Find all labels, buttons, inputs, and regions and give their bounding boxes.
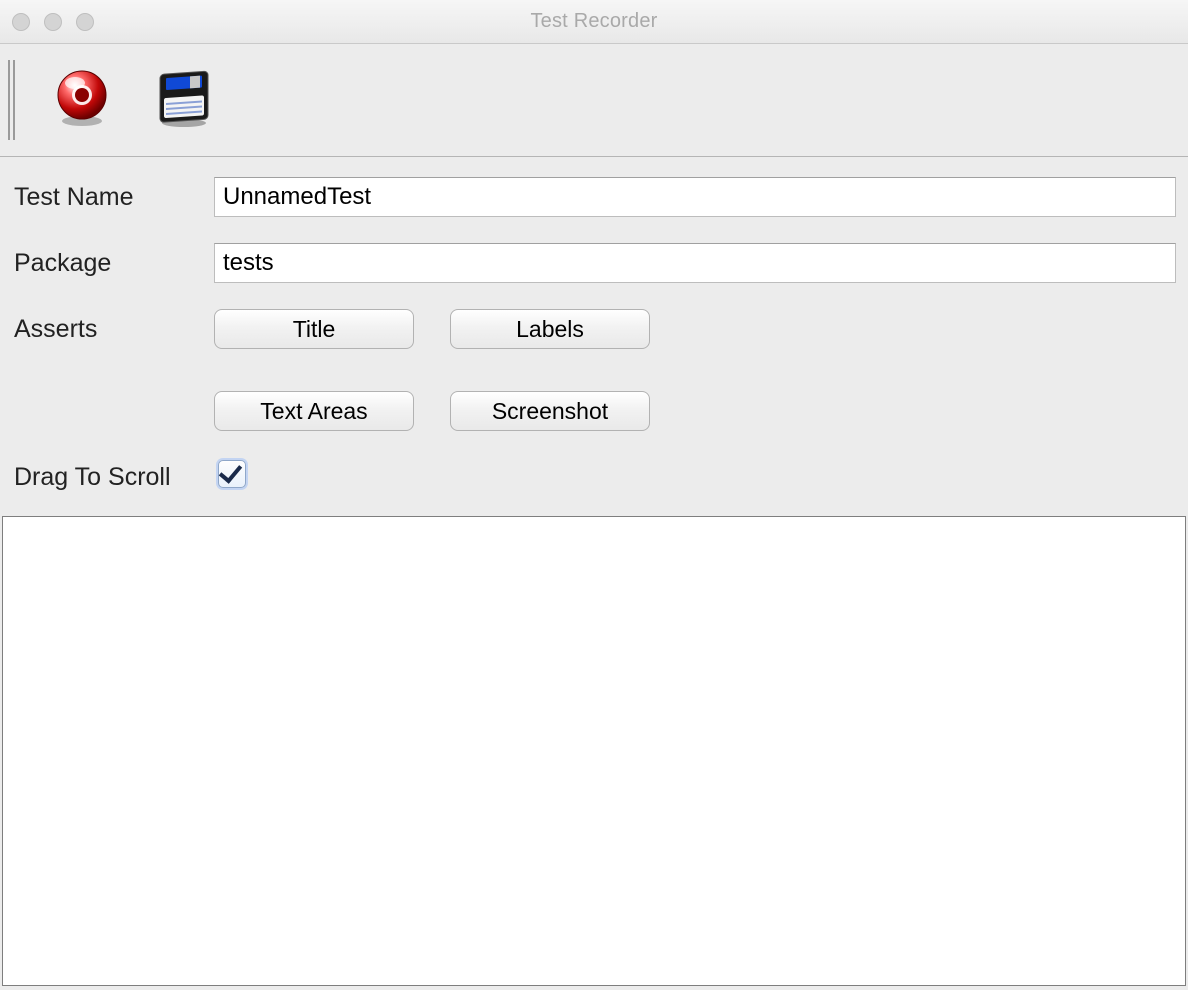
assert-title-button[interactable]: Title [214, 309, 414, 349]
assert-screenshot-button[interactable]: Screenshot [450, 391, 650, 431]
drag-to-scroll-cell [214, 457, 1176, 498]
record-icon [50, 65, 114, 136]
save-button[interactable] [148, 64, 220, 136]
close-window-button[interactable] [12, 13, 30, 31]
test-name-input[interactable] [214, 177, 1176, 217]
asserts-label: Asserts [14, 309, 214, 344]
package-input[interactable] [214, 243, 1176, 283]
window-title: Test Recorder [0, 0, 1188, 43]
drag-to-scroll-label: Drag To Scroll [14, 463, 214, 492]
window-controls [12, 13, 94, 31]
package-label: Package [14, 249, 214, 278]
asserts-button-group: Title Labels Text Areas Screenshot [214, 309, 1176, 431]
assert-labels-button[interactable]: Labels [450, 309, 650, 349]
toolbar [0, 44, 1188, 157]
titlebar: Test Recorder [0, 0, 1188, 44]
minimize-window-button[interactable] [44, 13, 62, 31]
drag-to-scroll-checkbox[interactable] [218, 460, 246, 488]
assert-text-areas-button[interactable]: Text Areas [214, 391, 414, 431]
test-name-label: Test Name [14, 183, 214, 212]
record-button[interactable] [46, 64, 118, 136]
zoom-window-button[interactable] [76, 13, 94, 31]
toolbar-grip[interactable] [6, 54, 16, 146]
recording-output-pane[interactable] [2, 516, 1186, 986]
form-area: Test Name Package Asserts Title Labels T… [0, 157, 1188, 508]
save-icon [152, 65, 216, 136]
